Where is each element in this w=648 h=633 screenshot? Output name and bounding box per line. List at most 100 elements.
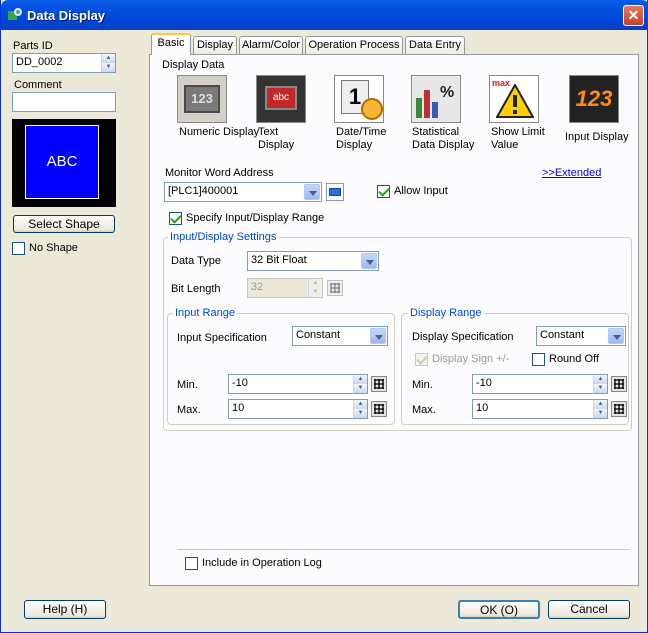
bit-length-spinner: ▲ ▼ <box>308 279 322 297</box>
input-max-keypad-icon[interactable] <box>371 401 387 417</box>
display-max-keypad-icon[interactable] <box>611 401 627 417</box>
data-type-value: 32 Bit Float <box>251 254 307 266</box>
bar-icon <box>416 98 422 118</box>
input-min-keypad-icon[interactable] <box>371 376 387 392</box>
tab-data-entry[interactable]: Data Entry <box>405 36 465 54</box>
no-shape-checkbox[interactable] <box>12 242 25 255</box>
parts-id-label: Parts ID <box>13 40 53 52</box>
input-spec-select[interactable]: Constant <box>292 326 388 346</box>
display-min-label: Min. <box>412 379 433 391</box>
text-display-icon[interactable]: abc <box>256 75 306 123</box>
display-min-spinner[interactable]: ▲ ▼ <box>593 375 607 393</box>
input-min-value: -10 <box>232 377 248 389</box>
display-spec-label: Display Specification <box>412 331 514 343</box>
tab-basic[interactable]: Basic <box>151 33 191 55</box>
input-display-label: Input Display <box>565 131 629 143</box>
spin-up-icon[interactable]: ▲ <box>354 375 367 384</box>
input-max-field[interactable]: 10 ▲ ▼ <box>228 399 368 419</box>
spin-up-icon[interactable]: ▲ <box>102 54 115 63</box>
tab-operation-process[interactable]: Operation Process <box>305 36 403 54</box>
input-min-spinner[interactable]: ▲ ▼ <box>353 375 367 393</box>
text-glyph: abc <box>265 86 297 110</box>
help-button[interactable]: Help (H) <box>24 600 106 619</box>
spin-up-icon[interactable]: ▲ <box>594 400 607 409</box>
input-spec-value: Constant <box>296 329 341 341</box>
input-range-title: Input Range <box>173 307 237 319</box>
input-min-field[interactable]: -10 ▲ ▼ <box>228 374 368 394</box>
include-log-checkbox[interactable] <box>185 557 198 570</box>
no-shape-label: No Shape <box>29 242 78 254</box>
comment-input[interactable] <box>12 92 116 112</box>
comment-label: Comment <box>14 79 62 91</box>
specify-range-checkbox[interactable] <box>169 212 182 225</box>
monitor-address-combo[interactable]: [PLC1]400001 <box>164 182 322 202</box>
bit-length-keypad-icon <box>327 280 343 296</box>
title-bar[interactable]: Data Display ✕ <box>1 0 648 30</box>
numeric-display-label: Numeric Display <box>179 126 260 138</box>
spin-down-icon[interactable]: ▼ <box>102 63 115 72</box>
chevron-down-icon[interactable] <box>370 328 386 344</box>
clock-icon <box>361 98 383 120</box>
separator <box>177 549 629 550</box>
chevron-down-icon[interactable] <box>361 253 377 269</box>
chevron-down-icon[interactable] <box>304 184 320 200</box>
bit-length-label: Bit Length <box>171 283 221 295</box>
address-picker-button[interactable] <box>326 183 344 201</box>
keyboard-icon <box>329 188 341 196</box>
round-off-checkbox[interactable] <box>532 353 545 366</box>
select-shape-button[interactable]: Select Shape <box>13 215 115 233</box>
spin-down-icon[interactable]: ▼ <box>354 384 367 393</box>
tab-display[interactable]: Display <box>193 36 237 54</box>
display-max-field[interactable]: 10 ▲ ▼ <box>472 399 608 419</box>
input-glyph: 123 <box>575 86 613 111</box>
monitor-address-value: [PLC1]400001 <box>168 185 239 197</box>
round-off-label: Round Off <box>549 353 599 365</box>
shape-preview: ABC <box>12 119 116 207</box>
spin-up-icon: ▲ <box>309 279 322 288</box>
spin-down-icon: ▼ <box>309 288 322 297</box>
display-max-value: 10 <box>476 402 489 414</box>
preview-text: ABC <box>25 125 99 199</box>
display-min-field[interactable]: -10 ▲ ▼ <box>472 374 608 394</box>
close-button[interactable]: ✕ <box>623 5 644 26</box>
extended-link[interactable]: >>Extended <box>542 167 601 179</box>
spin-up-icon[interactable]: ▲ <box>594 375 607 384</box>
statistical-display-icon[interactable]: % <box>411 75 461 123</box>
bit-length-input: 32 ▲ ▼ <box>247 278 323 298</box>
chevron-down-icon[interactable] <box>608 328 624 344</box>
display-min-keypad-icon[interactable] <box>611 376 627 392</box>
parts-id-input[interactable]: DD_0002 ▲ ▼ <box>12 53 116 73</box>
display-sign-label: Display Sign +/- <box>432 353 510 365</box>
input-max-value: 10 <box>232 402 245 414</box>
spin-down-icon[interactable]: ▼ <box>354 409 367 418</box>
warning-icon <box>496 84 534 118</box>
spin-down-icon[interactable]: ▼ <box>594 409 607 418</box>
show-limit-icon[interactable]: max <box>489 75 539 123</box>
ok-button[interactable]: OK (O) <box>458 600 540 619</box>
input-display-icon[interactable]: 123 <box>569 75 619 123</box>
input-max-spinner[interactable]: ▲ ▼ <box>353 400 367 418</box>
cancel-button[interactable]: Cancel <box>548 600 630 619</box>
tab-alarm-color[interactable]: Alarm/Color <box>239 36 303 54</box>
display-min-value: -10 <box>476 377 492 389</box>
include-log-label: Include in Operation Log <box>202 557 322 569</box>
datetime-display-label: Date/Time Display <box>336 126 387 151</box>
datetime-display-icon[interactable]: 1 <box>334 75 384 123</box>
bar-icon <box>432 102 438 118</box>
show-limit-label: Show Limit Value <box>491 126 545 151</box>
display-max-spinner[interactable]: ▲ ▼ <box>593 400 607 418</box>
allow-input-checkbox[interactable] <box>377 185 390 198</box>
display-spec-select[interactable]: Constant <box>536 326 626 346</box>
statistical-display-label: Statistical Data Display <box>412 126 475 151</box>
numeric-glyph: 123 <box>184 85 220 113</box>
spin-up-icon[interactable]: ▲ <box>354 400 367 409</box>
spin-down-icon[interactable]: ▼ <box>594 384 607 393</box>
parts-id-value: DD_0002 <box>16 56 63 68</box>
display-spec-value: Constant <box>540 329 585 341</box>
data-type-label: Data Type <box>171 255 221 267</box>
parts-id-spinner[interactable]: ▲ ▼ <box>101 54 115 72</box>
numeric-display-icon[interactable]: 123 <box>177 75 227 123</box>
percent-glyph: % <box>440 84 455 101</box>
data-type-select[interactable]: 32 Bit Float <box>247 251 379 271</box>
app-icon <box>8 8 22 20</box>
